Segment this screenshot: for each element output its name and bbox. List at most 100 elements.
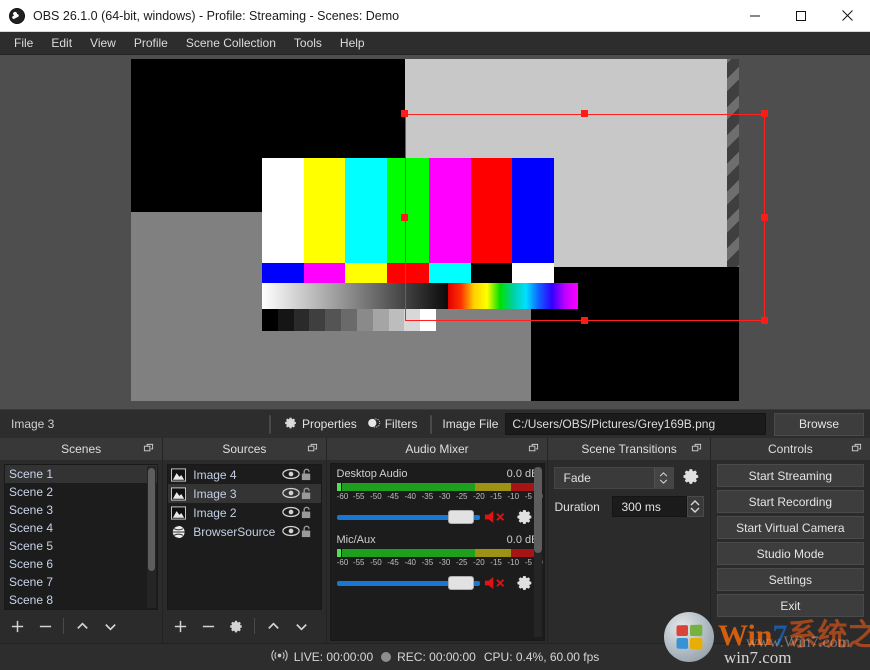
eye-icon[interactable]	[282, 506, 300, 520]
list-item[interactable]: Scene 8	[5, 591, 157, 609]
tick-label: -5	[525, 558, 532, 567]
filters-button[interactable]: Filters	[362, 413, 423, 436]
menu-scene-collection[interactable]: Scene Collection	[177, 33, 285, 54]
record-dot-icon	[381, 652, 391, 662]
list-item[interactable]: Scene 7	[5, 573, 157, 591]
list-item[interactable]: Scene 2	[5, 483, 157, 501]
remove-source-button[interactable]	[195, 615, 221, 637]
audio-mixer-dock: Audio Mixer Desktop Audio 0.0 dB	[327, 438, 549, 643]
audio-mixer-scrollbar[interactable]	[534, 467, 542, 637]
list-item[interactable]: Image 3	[168, 484, 320, 503]
list-item[interactable]: Scene 5	[5, 537, 157, 555]
menu-help[interactable]: Help	[331, 33, 374, 54]
list-item[interactable]: Scene 3	[5, 501, 157, 519]
scenes-dock-title: Scenes	[0, 438, 162, 460]
volume-slider-knob[interactable]	[448, 510, 474, 524]
color-bars-top	[262, 158, 554, 263]
properties-button[interactable]: Properties	[279, 413, 362, 436]
volume-slider-knob[interactable]	[448, 576, 474, 590]
close-button[interactable]	[824, 0, 870, 31]
chevron-updown-icon[interactable]	[654, 468, 673, 488]
eye-icon[interactable]	[282, 525, 300, 539]
unlock-icon[interactable]	[300, 506, 316, 520]
speaker-muted-icon[interactable]	[484, 509, 510, 525]
start-streaming-button[interactable]: Start Streaming	[717, 464, 864, 487]
duration-spinner[interactable]	[687, 496, 704, 517]
undock-icon[interactable]	[143, 443, 154, 454]
eye-icon[interactable]	[282, 468, 300, 482]
undock-icon[interactable]	[691, 443, 702, 454]
start-recording-button[interactable]: Start Recording	[717, 490, 864, 513]
scenes-list[interactable]: Scene 1 Scene 2 Scene 3 Scene 4 Scene 5 …	[4, 464, 158, 610]
selection-handle-top-center[interactable]	[581, 110, 588, 117]
settings-button[interactable]: Settings	[717, 568, 864, 591]
move-source-down-button[interactable]	[288, 615, 314, 637]
unlock-icon[interactable]	[300, 525, 316, 539]
menu-profile[interactable]: Profile	[125, 33, 177, 54]
source-properties-button[interactable]	[223, 615, 249, 637]
remove-scene-button[interactable]	[32, 615, 58, 637]
studio-mode-button[interactable]: Studio Mode	[717, 542, 864, 565]
list-item[interactable]: Scene 4	[5, 519, 157, 537]
selection-handle-middle-left[interactable]	[401, 214, 408, 221]
obs-main-window: OBS 26.1.0 (64-bit, windows) - Profile: …	[0, 0, 870, 670]
move-scene-down-button[interactable]	[97, 615, 123, 637]
tick-label: -40	[404, 492, 416, 501]
list-item[interactable]: Image 2	[168, 503, 320, 522]
list-item[interactable]: BrowserSource	[168, 522, 320, 541]
menu-tools[interactable]: Tools	[285, 33, 331, 54]
list-item[interactable]: Image 4	[168, 465, 320, 484]
unlock-icon[interactable]	[300, 468, 316, 482]
volume-slider[interactable]	[337, 510, 481, 524]
sources-toolbar-divider	[254, 618, 255, 634]
selection-handle-top-right[interactable]	[761, 110, 768, 117]
eye-icon[interactable]	[282, 487, 300, 501]
transition-select[interactable]: Fade	[554, 467, 673, 489]
preview-canvas[interactable]	[131, 59, 739, 401]
start-virtual-camera-button[interactable]: Start Virtual Camera	[717, 516, 864, 539]
add-scene-button[interactable]	[4, 615, 30, 637]
menu-view[interactable]: View	[81, 33, 125, 54]
unlock-icon[interactable]	[300, 487, 316, 501]
transition-settings-button[interactable]	[680, 467, 704, 489]
image-file-input[interactable]: C:/Users/OBS/Pictures/Grey169B.png	[505, 413, 766, 435]
scenes-scrollbar-thumb[interactable]	[148, 468, 155, 571]
meter-peak-indicator	[337, 483, 341, 491]
audio-mixer-title-label: Audio Mixer	[405, 442, 468, 456]
selection-handle-middle-right[interactable]	[761, 214, 768, 221]
audio-mixer-scrollbar-thumb[interactable]	[534, 467, 542, 553]
sources-list[interactable]: Image 4 Image 3	[167, 464, 321, 610]
browse-button[interactable]: Browse	[774, 413, 864, 436]
menu-file[interactable]: File	[5, 33, 42, 54]
undock-icon[interactable]	[851, 443, 862, 454]
selection-handle-bottom-center[interactable]	[581, 317, 588, 324]
scene-transitions-title-label: Scene Transitions	[581, 442, 676, 456]
exit-button[interactable]: Exit	[717, 594, 864, 617]
window-controls	[732, 0, 870, 31]
preview-area[interactable]	[0, 55, 870, 409]
duration-input[interactable]: 300 ms	[612, 496, 686, 517]
undock-icon[interactable]	[528, 443, 539, 454]
undock-icon[interactable]	[307, 443, 318, 454]
channel-name: Desktop Audio	[337, 468, 408, 480]
volume-slider[interactable]	[337, 576, 481, 590]
selection-handle-bottom-right[interactable]	[761, 317, 768, 324]
maximize-button[interactable]	[778, 0, 824, 31]
tick-label: -15	[490, 492, 502, 501]
tick-label: -20	[473, 558, 485, 567]
sources-toolbar	[167, 610, 321, 639]
minimize-button[interactable]	[732, 0, 778, 31]
sources-dock: Sources Image 4	[163, 438, 326, 643]
menu-edit[interactable]: Edit	[42, 33, 81, 54]
selection-handle-top-left[interactable]	[401, 110, 408, 117]
live-status: LIVE: 00:00:00	[271, 649, 373, 665]
move-source-up-button[interactable]	[260, 615, 286, 637]
list-item[interactable]: Scene 6	[5, 555, 157, 573]
add-source-button[interactable]	[167, 615, 193, 637]
move-scene-up-button[interactable]	[69, 615, 95, 637]
speaker-muted-icon[interactable]	[484, 575, 510, 591]
image-icon	[171, 506, 186, 520]
scenes-scrollbar[interactable]	[147, 466, 156, 608]
list-item[interactable]: Scene 1	[5, 465, 157, 483]
controls-title-label: Controls	[768, 442, 813, 456]
